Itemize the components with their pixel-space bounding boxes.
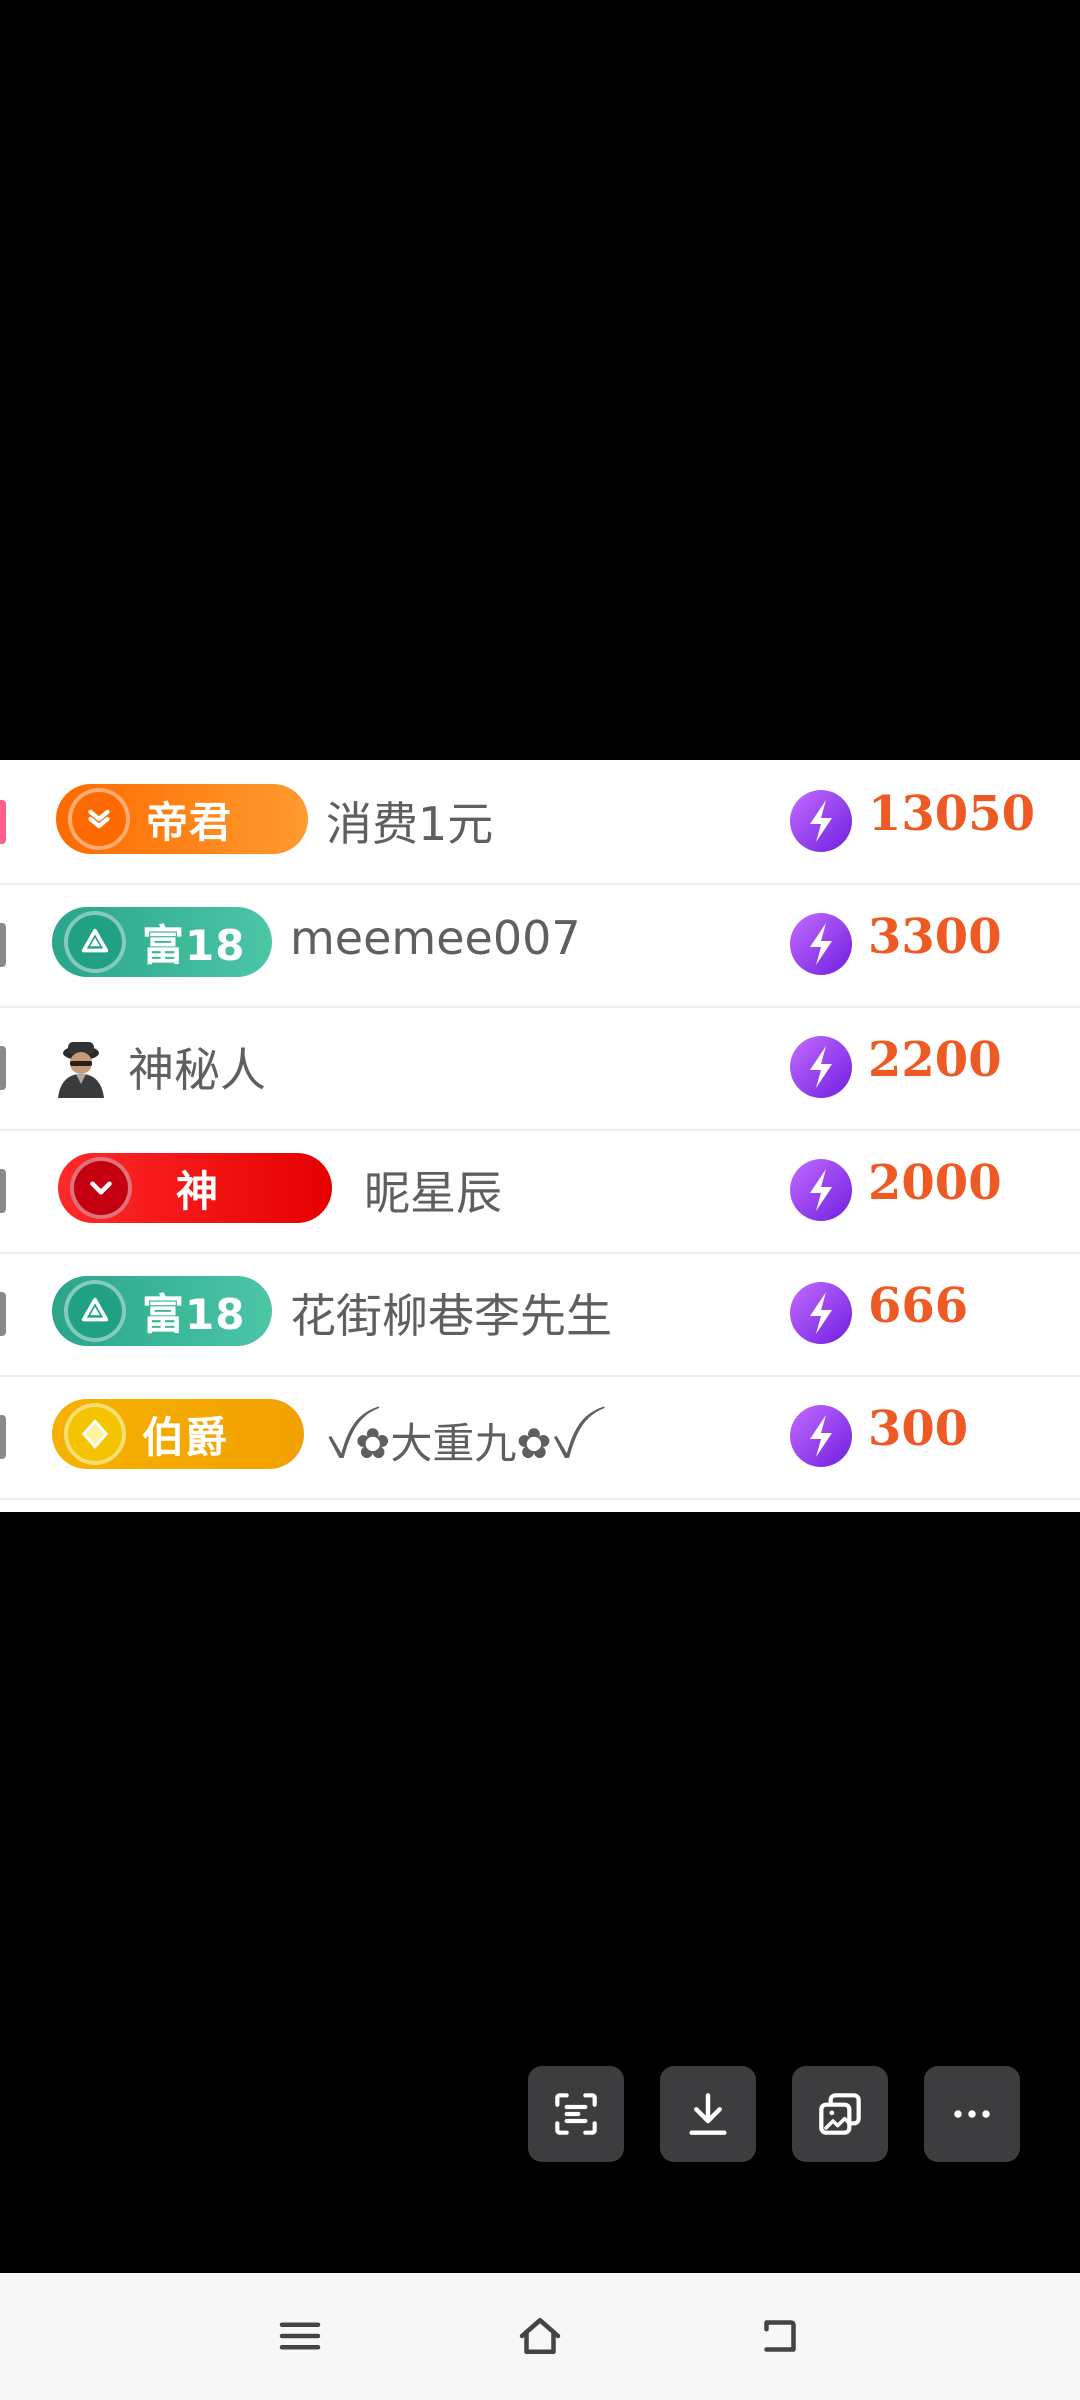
- ranking-row[interactable]: 帝君 消费1元 13050: [0, 760, 1080, 885]
- row-marker: [0, 1168, 6, 1213]
- badge-label: 伯爵: [142, 1412, 229, 1462]
- menu-icon: [279, 2322, 321, 2350]
- score-value: 2200: [868, 1032, 1002, 1088]
- lightning-coin-icon: [790, 1282, 852, 1344]
- badge-label: 富18: [142, 920, 246, 970]
- back-icon: [764, 2320, 796, 2352]
- row-marker: [0, 799, 6, 844]
- copy-image-button[interactable]: [792, 2066, 888, 2162]
- ranking-row[interactable]: 富18 meemee007 3300: [0, 883, 1080, 1008]
- row-marker: [0, 1291, 6, 1336]
- diamond-emblem-icon: [64, 1280, 126, 1342]
- home-icon: [519, 2318, 561, 2354]
- download-icon: [689, 2093, 727, 2135]
- ranking-panel: 帝君 消费1元 13050 富18 meemee007 3300 神秘人 220…: [0, 760, 1080, 1512]
- more-options-button[interactable]: [924, 2066, 1020, 2162]
- score-value: 13050: [868, 786, 1035, 842]
- back-button[interactable]: [740, 2301, 820, 2371]
- rank-badge: 神: [58, 1153, 332, 1223]
- user-name: 消费1元: [326, 797, 494, 851]
- download-button[interactable]: [660, 2066, 756, 2162]
- rank-badge: 富18: [52, 1276, 272, 1346]
- user-name: 花街柳巷李先生: [290, 1289, 612, 1343]
- ranking-row[interactable]: 富18 花街柳巷李先生 666: [0, 1252, 1080, 1377]
- copy-image-icon: [819, 2093, 861, 2135]
- rank-badge: 富18: [52, 907, 272, 977]
- row-marker: [0, 1045, 6, 1090]
- ranking-row[interactable]: 神秘人 2200: [0, 1006, 1080, 1131]
- score-value: 666: [868, 1278, 969, 1334]
- rank-badge: 帝君: [56, 784, 308, 854]
- lightning-coin-icon: [790, 1159, 852, 1221]
- score-value: 300: [868, 1401, 969, 1457]
- mystery-user-icon: [58, 1042, 104, 1098]
- lightning-coin-icon: [790, 1405, 852, 1467]
- menu-button[interactable]: [260, 2301, 340, 2371]
- system-navigation-bar: [0, 2273, 1080, 2400]
- score-value: 2000: [868, 1155, 1002, 1211]
- gem-emblem-icon: [64, 1403, 126, 1465]
- lightning-coin-icon: [790, 913, 852, 975]
- badge-label: 富18: [142, 1289, 246, 1339]
- chevron-emblem-icon: [70, 1157, 132, 1219]
- lightning-coin-icon: [790, 790, 852, 852]
- badge-label: 帝君: [146, 797, 233, 847]
- home-button[interactable]: [500, 2301, 580, 2371]
- badge-label: 神: [176, 1166, 220, 1216]
- ranking-row[interactable]: 伯爵 ꪜ✿大重九✿ꪜ 300: [0, 1375, 1080, 1500]
- score-value: 3300: [868, 909, 1002, 965]
- ranking-row[interactable]: 神 昵星辰 2000: [0, 1129, 1080, 1254]
- row-marker: [0, 922, 6, 967]
- scan-text-button[interactable]: [528, 2066, 624, 2162]
- user-name: 神秘人: [128, 1043, 266, 1097]
- diamond-emblem-icon: [64, 911, 126, 973]
- user-name: meemee007: [290, 911, 581, 965]
- user-name: ꪜ✿大重九✿ꪜ: [326, 1419, 581, 1468]
- scan-text-icon: [555, 2093, 597, 2135]
- user-name: 昵星辰: [364, 1166, 502, 1220]
- row-marker: [0, 1414, 6, 1459]
- lightning-coin-icon: [790, 1036, 852, 1098]
- more-icon: [954, 2110, 990, 2118]
- rank-badge: 伯爵: [52, 1399, 304, 1469]
- chevron-emblem-icon: [68, 788, 130, 850]
